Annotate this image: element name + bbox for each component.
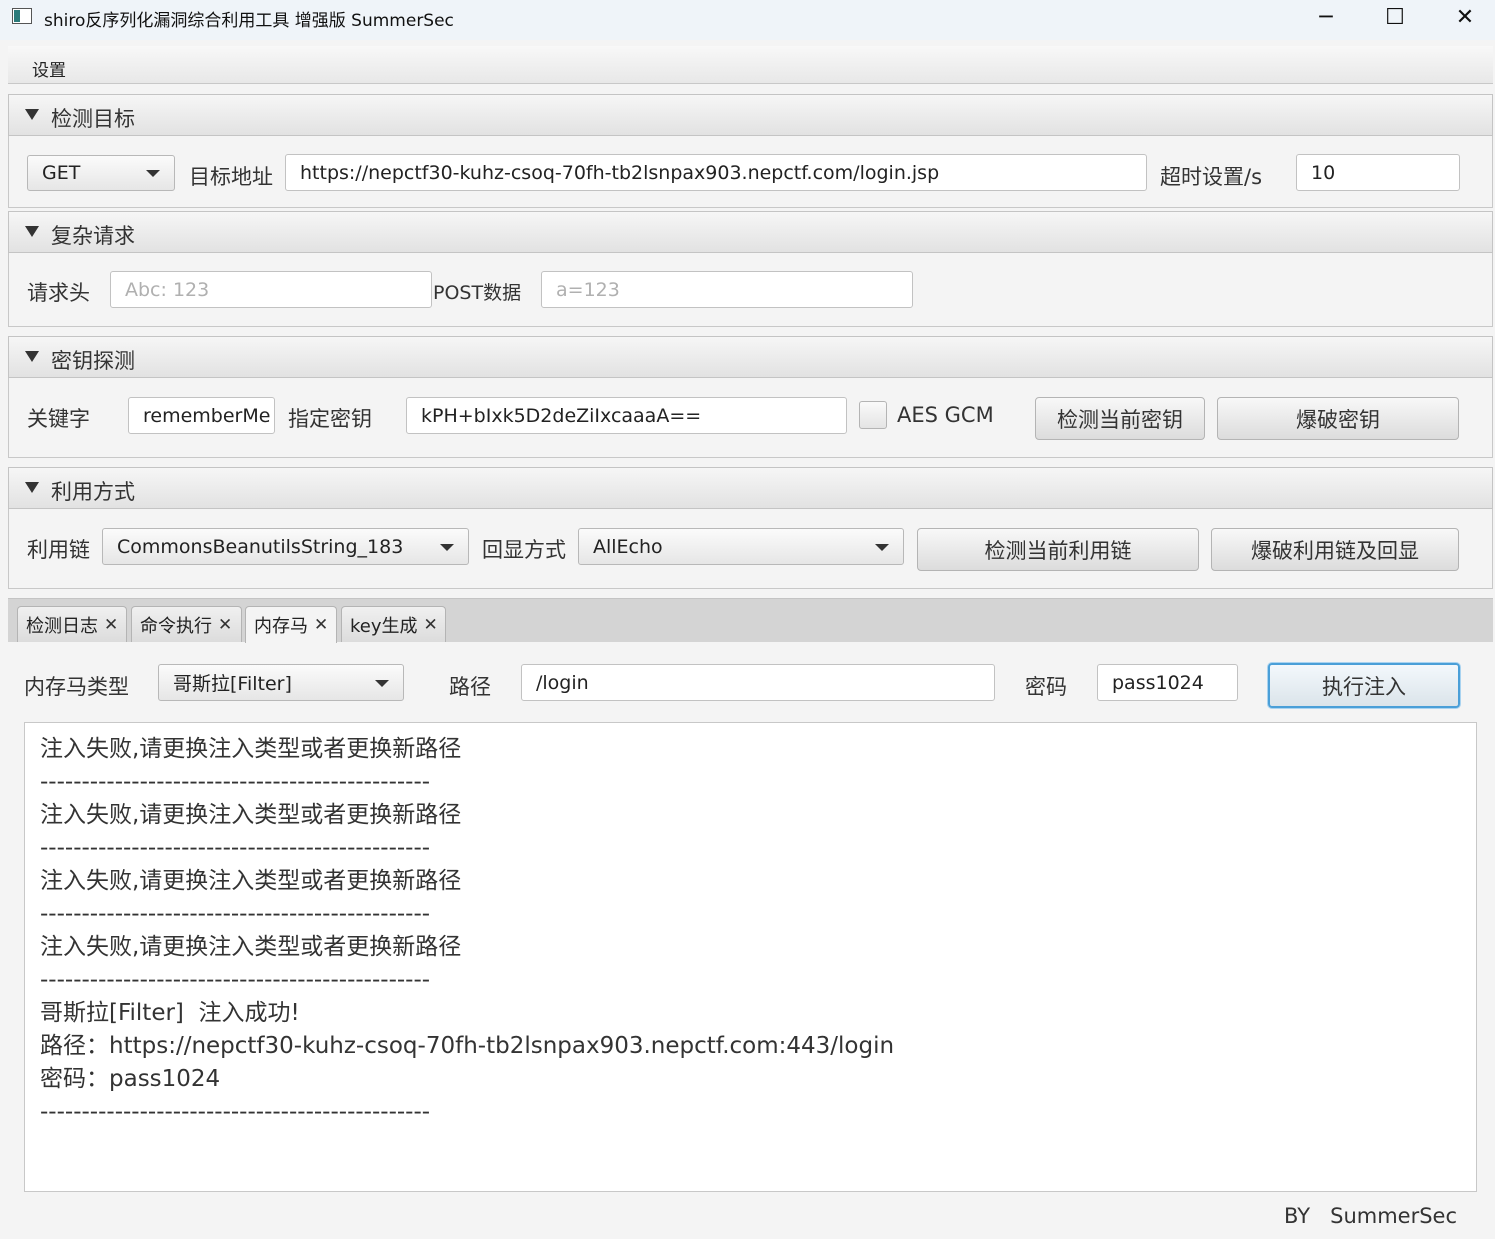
url-label: 目标地址 [189,165,273,189]
chevron-down-icon [440,543,454,551]
keyword-label: 关键字 [27,407,90,431]
pane-title: 复杂请求 [51,224,135,248]
collapse-arrow-icon[interactable] [25,109,39,120]
keyword-input[interactable]: rememberMe [128,397,275,434]
method-select[interactable]: GET [27,155,175,191]
maximize-icon[interactable]: ☐ [1372,0,1418,34]
collapse-arrow-icon[interactable] [25,482,39,493]
minimize-icon[interactable]: ─ [1303,0,1349,34]
chevron-down-icon [375,679,389,687]
target-url-input[interactable]: https://nepctf30-kuhz-csoq-70fh-tb2lsnpa… [285,154,1147,191]
pane-detect-target-header[interactable]: 检测目标 [8,94,1493,136]
log-line: ----------------------------------------… [40,1099,431,1125]
menu-bar: 设置 [8,46,1493,84]
close-icon[interactable]: ✕ [314,615,328,635]
tab-label: 命令执行 [140,615,212,637]
log-line: 路径：https://nepctf30-kuhz-csoq-70fh-tb2ls… [40,1033,895,1059]
log-line: 密码：pass1024 [40,1066,221,1092]
footer-credit: BY SummerSec [1284,1204,1458,1228]
aes-gcm-label: AES GCM [897,403,994,427]
echo-select[interactable]: AllEcho [578,528,904,565]
close-icon[interactable]: ✕ [1442,0,1488,34]
key-label: 指定密钥 [288,407,372,431]
chain-value: CommonsBeanutilsString_183 [117,535,404,558]
pane-complex-request-header[interactable]: 复杂请求 [8,211,1493,253]
log-line: 注入失败,请更换注入类型或者更换新路径 [40,934,462,960]
tab-detect-log[interactable]: 检测日志 ✕ [17,606,127,642]
pane-exploit-header[interactable]: 利用方式 [8,467,1493,509]
headers-input[interactable]: Abc: 123 [110,271,432,308]
check-chain-button[interactable]: 检测当前利用链 [917,528,1199,571]
tab-key-gen[interactable]: key生成 ✕ [341,606,446,642]
brute-key-button[interactable]: 爆破密钥 [1217,397,1459,440]
close-icon[interactable]: ✕ [424,615,438,635]
chain-select[interactable]: CommonsBeanutilsString_183 [102,528,469,565]
pane-key-detect-header[interactable]: 密钥探测 [8,336,1493,378]
pane-title: 检测目标 [51,107,135,131]
log-line: 注入失败,请更换注入类型或者更换新路径 [40,868,462,894]
path-input[interactable]: /login [521,664,995,701]
log-line: ----------------------------------------… [40,901,431,927]
chain-label: 利用链 [27,538,90,562]
close-icon[interactable]: ✕ [104,615,118,635]
tab-label: 检测日志 [26,615,98,637]
timeout-label: 超时设置/s [1160,165,1263,189]
tab-label: key生成 [350,615,418,637]
timeout-input[interactable]: 10 [1296,154,1460,191]
tab-label: 内存马 [254,616,308,637]
check-key-button[interactable]: 检测当前密钥 [1035,397,1205,440]
log-line: 注入失败,请更换注入类型或者更换新路径 [40,802,462,828]
log-line: 注入失败,请更换注入类型或者更换新路径 [40,736,462,762]
chevron-down-icon [146,170,160,177]
memshell-type-select[interactable]: 哥斯拉[Filter] [158,664,404,701]
log-output[interactable]: 注入失败,请更换注入类型或者更换新路径 --------------------… [24,722,1477,1192]
memshell-type-value: 哥斯拉[Filter] [173,673,292,695]
app-icon [12,8,32,24]
post-data-label: POST数据 [433,282,522,304]
tab-memshell[interactable]: 内存马 ✕ [245,606,337,643]
password-input[interactable]: pass1024 [1097,664,1238,701]
log-line: ----------------------------------------… [40,835,431,861]
key-input[interactable]: kPH+bIxk5D2deZiIxcaaaA== [406,397,847,434]
echo-value: AllEcho [593,535,663,558]
path-label: 路径 [449,675,491,699]
menu-settings[interactable]: 设置 [32,56,66,81]
tab-command-exec[interactable]: 命令执行 ✕ [131,606,242,642]
log-line: ----------------------------------------… [40,769,431,795]
headers-label: 请求头 [27,281,90,305]
pane-title: 利用方式 [51,480,135,504]
pane-title: 密钥探测 [51,349,135,373]
method-value: GET [42,162,81,184]
collapse-arrow-icon[interactable] [25,226,39,237]
post-data-input[interactable]: a=123 [541,271,913,308]
aes-gcm-checkbox[interactable] [859,401,887,429]
close-icon[interactable]: ✕ [218,615,232,635]
inject-button[interactable]: 执行注入 [1268,663,1460,708]
password-label: 密码 [1025,675,1067,699]
chevron-down-icon [875,543,889,551]
echo-label: 回显方式 [482,538,566,562]
log-line: 哥斯拉[Filter] 注入成功! [40,1000,300,1026]
collapse-arrow-icon[interactable] [25,351,39,362]
brute-chain-button[interactable]: 爆破利用链及回显 [1211,528,1459,571]
log-line: ----------------------------------------… [40,967,431,993]
memshell-type-label: 内存马类型 [24,675,129,699]
window-title: shiro反序列化漏洞综合利用工具 增强版 SummerSec [44,11,454,31]
